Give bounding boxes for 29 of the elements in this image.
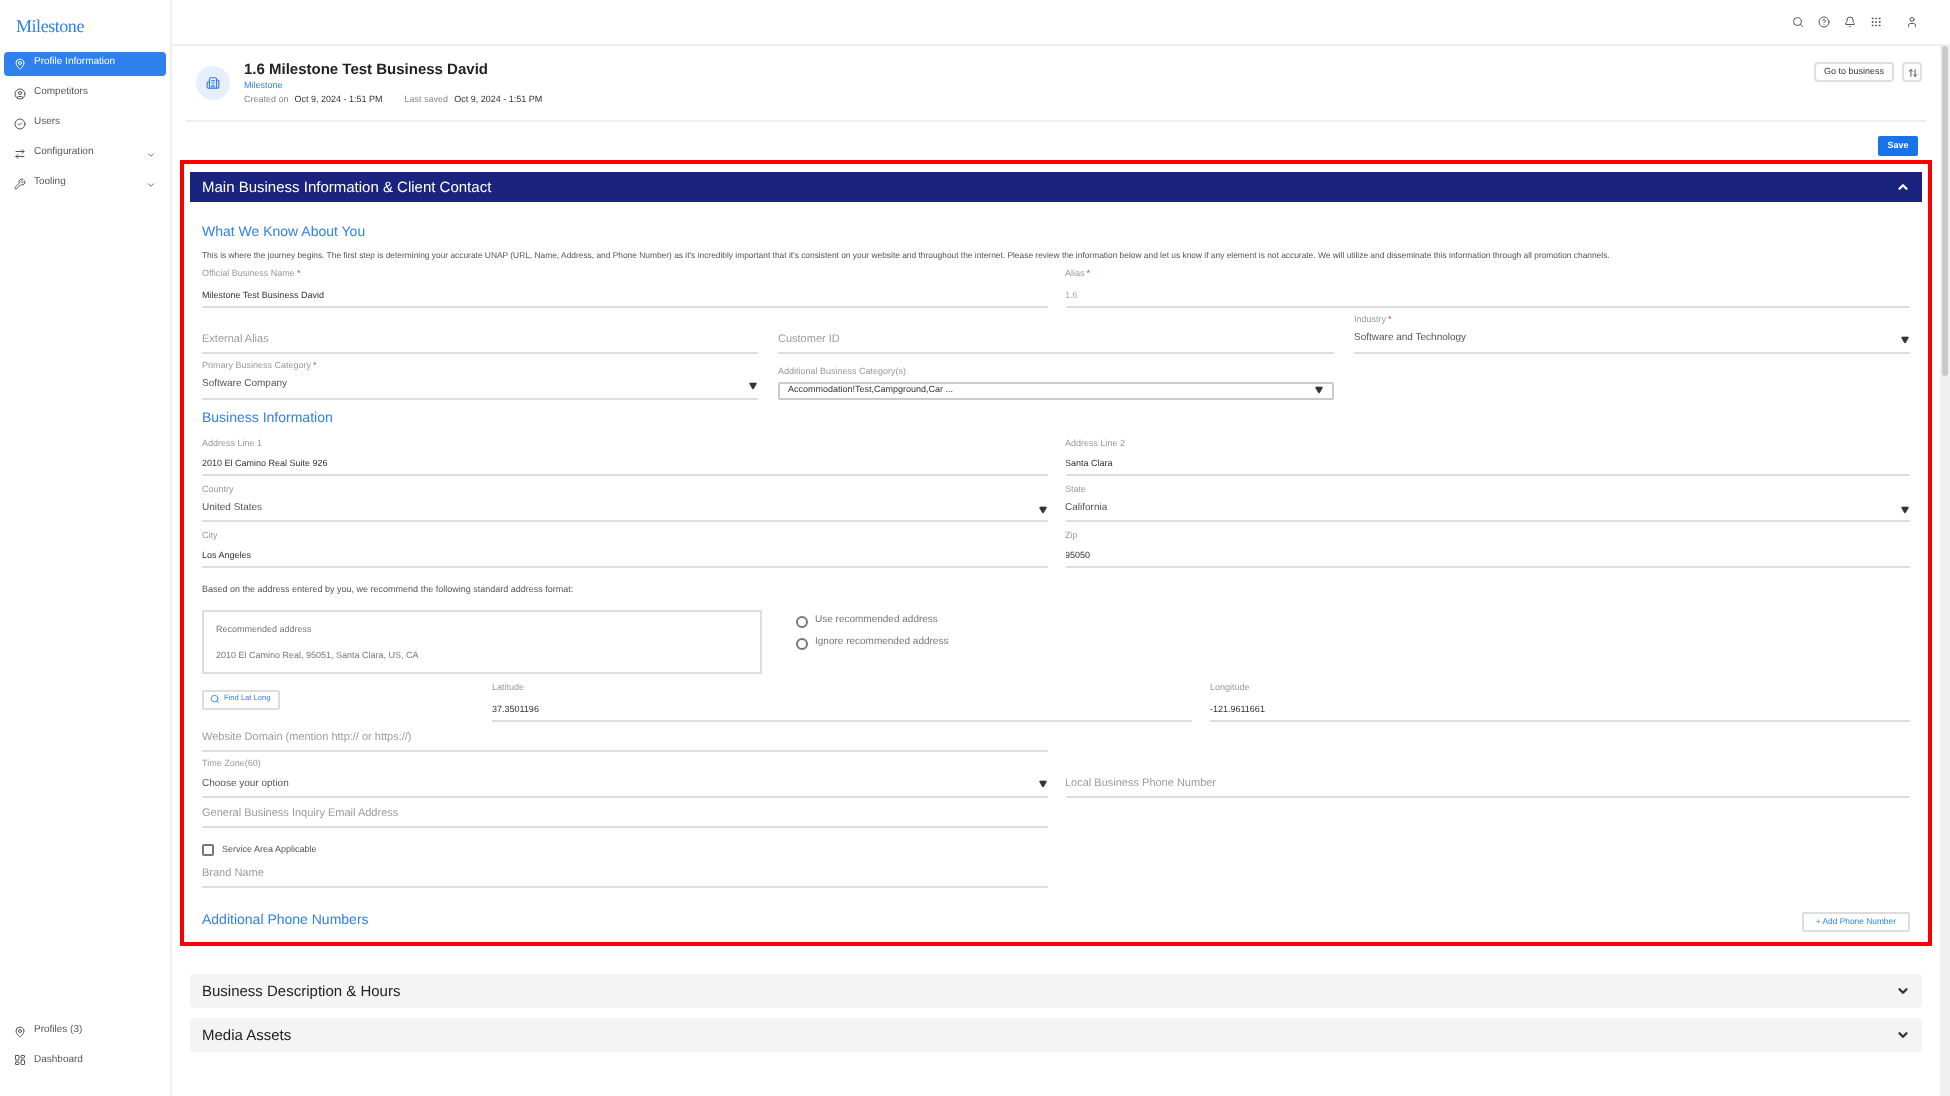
user-icon[interactable]: [1906, 16, 1918, 28]
swap-icon: [1907, 67, 1917, 77]
chevron-down-icon: [1896, 1028, 1910, 1042]
menu-icon: [14, 118, 26, 130]
dropdown-caret-icon: [1037, 505, 1047, 513]
scrollbar-thumb[interactable]: [1942, 46, 1948, 376]
menu-icon: [14, 88, 26, 100]
chevron-down-icon: [1896, 984, 1910, 998]
radio-button[interactable]: [795, 615, 807, 627]
dropdown-caret-icon: [1900, 505, 1910, 513]
dropdown-caret-icon: [748, 382, 758, 390]
radio-button[interactable]: [795, 638, 807, 650]
search-icon: [210, 694, 220, 705]
help-icon[interactable]: [1818, 16, 1830, 28]
menu-icon: [14, 148, 26, 160]
menu-icon: [14, 178, 26, 190]
brand-logo: Milestone: [14, 14, 86, 40]
chevron-up-icon: [1896, 180, 1910, 194]
dropdown-caret-icon: [1314, 386, 1324, 394]
menu-icon: [14, 1054, 26, 1067]
checkbox[interactable]: [202, 844, 214, 857]
bell-icon[interactable]: [1844, 16, 1856, 28]
swap-button[interactable]: [1902, 62, 1922, 82]
menu-icon: [14, 58, 26, 70]
menu-icon: [14, 1025, 26, 1038]
building-icon: [206, 76, 220, 90]
dropdown-caret-icon: [1037, 780, 1047, 789]
dropdown-caret-icon: [1900, 336, 1910, 344]
search-icon[interactable]: [1792, 16, 1804, 28]
